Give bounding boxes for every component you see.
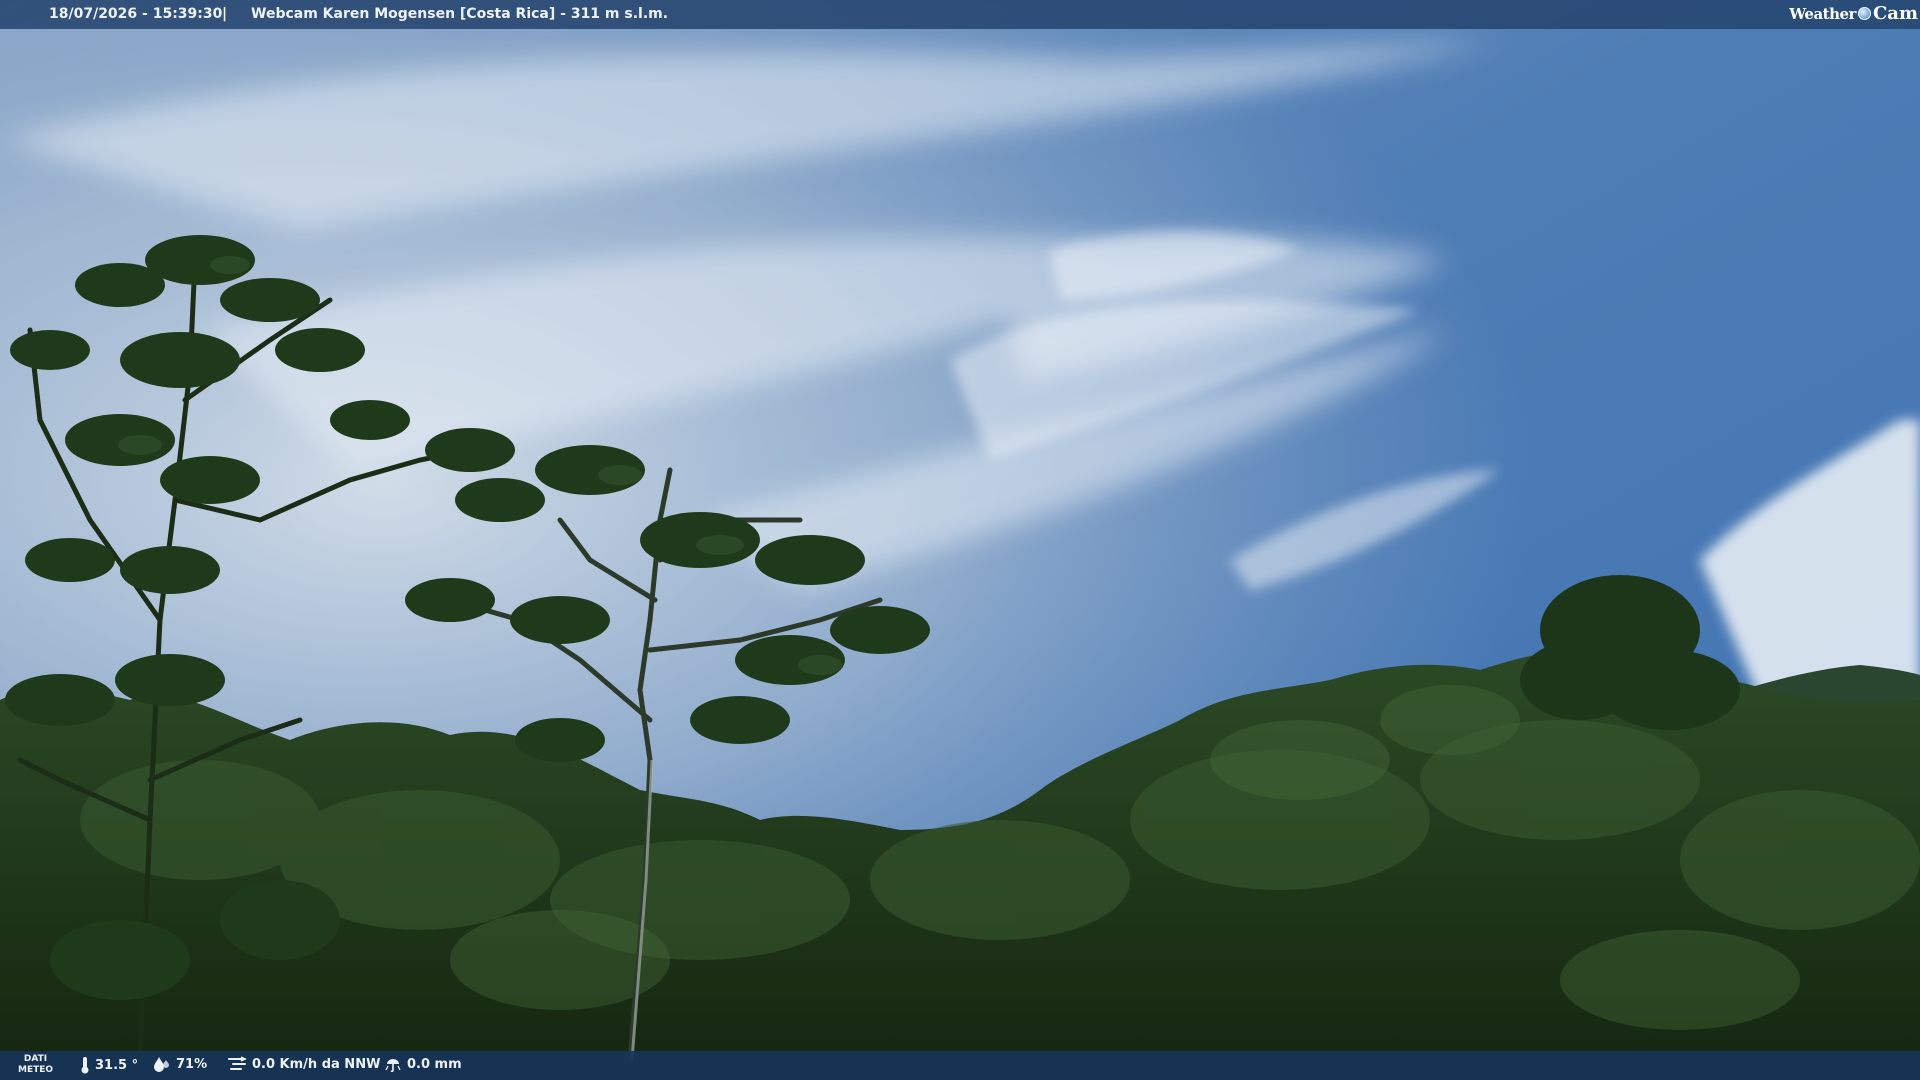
header-separator: | [222, 6, 228, 22]
webcam-title: Webcam Karen Mogensen [Costa Rica] - 311… [251, 6, 669, 22]
webcam-frame: 18/07/2026 - 15:39:30 | Webcam Karen Mog… [0, 0, 1920, 1080]
humidity-value: 71% [176, 1056, 208, 1072]
thermometer-icon [81, 1057, 89, 1074]
rain-icon [385, 1059, 401, 1072]
weathercam-logo: Weather Cam [1789, 3, 1918, 24]
dati-label-line1: DATI [23, 1054, 48, 1064]
dati-label-line2: METEO [18, 1065, 54, 1075]
logo-cam-text: Cam [1872, 3, 1918, 24]
temperature-reading: 31.5 ° [80, 1056, 138, 1074]
rain-reading: 0.0 mm [384, 1056, 462, 1072]
logo-weather-text: Weather [1789, 4, 1856, 23]
weather-data-bar: DATI METEO 31.5 ° 71% 0.0 Km/h da NNW 0.… [0, 1051, 1920, 1080]
logo-globe-icon [1857, 7, 1871, 20]
humidity-reading: 71% [153, 1056, 207, 1072]
wind-icon [228, 1056, 247, 1070]
webcam-image [0, 0, 1920, 1080]
wind-reading: 0.0 Km/h da NNW [227, 1056, 380, 1072]
dati-meteo-label: DATI METEO [18, 1054, 53, 1076]
temperature-value: 31.5 ° [95, 1057, 139, 1073]
timestamp: 18/07/2026 - 15:39:30 [49, 6, 223, 22]
rain-value: 0.0 mm [407, 1056, 462, 1072]
webcam-header-bar: 18/07/2026 - 15:39:30 | Webcam Karen Mog… [0, 0, 1920, 29]
wind-value: 0.0 Km/h da NNW [252, 1056, 381, 1072]
humidity-drop-icon [154, 1057, 169, 1072]
